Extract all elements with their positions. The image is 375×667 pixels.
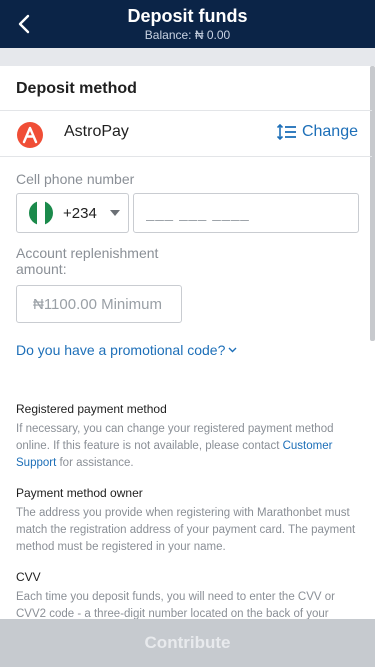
registered-method-text: If necessary, you can change your regist… — [16, 421, 356, 472]
page-title: Deposit funds — [127, 6, 248, 26]
phone-label: Cell phone number — [16, 171, 135, 187]
registered-text-part: for assistance. — [56, 457, 134, 469]
phone-number-input[interactable] — [133, 193, 359, 233]
owner-text: The address you provide when registering… — [16, 507, 356, 553]
balance-text: Balance: ₦ 0.00 — [144, 28, 231, 42]
deposit-method-title: Deposit method — [16, 80, 137, 97]
cvv-title: CVV — [16, 570, 41, 584]
page-scrollbar[interactable] — [370, 66, 375, 341]
amount-input[interactable] — [16, 285, 182, 323]
promo-code-link[interactable]: Do you have a promotional code? — [16, 342, 237, 358]
nigeria-flag-icon — [29, 201, 53, 225]
astropay-logo-icon — [17, 122, 43, 148]
method-name: AstroPay — [64, 123, 129, 140]
promo-link-text: Do you have a promotional code? — [16, 342, 226, 358]
header-separator-strip — [0, 48, 375, 66]
sort-lines-icon — [276, 124, 296, 140]
contribute-button[interactable]: Contribute — [145, 633, 231, 653]
cvv-text: Each time you deposit funds, you will ne… — [16, 591, 335, 620]
owner-title: Payment method owner — [16, 486, 143, 500]
divider — [0, 156, 372, 157]
divider — [0, 110, 372, 111]
country-code-select[interactable]: +234 — [16, 193, 129, 233]
top-header: Deposit funds Balance: ₦ 0.00 — [0, 0, 375, 48]
footer-bar: Contribute — [0, 619, 375, 667]
chevron-down-icon — [228, 347, 237, 353]
deposit-method-row: AstroPay Change — [0, 112, 372, 156]
change-label: Change — [301, 123, 358, 140]
amount-label-line1: Account replenishment — [16, 245, 159, 261]
change-method-button[interactable]: Change — [276, 123, 358, 141]
caret-down-icon — [110, 210, 120, 216]
country-code: +234 — [63, 205, 97, 222]
registered-method-title: Registered payment method — [16, 402, 167, 416]
amount-label-line2: amount: — [16, 261, 67, 277]
